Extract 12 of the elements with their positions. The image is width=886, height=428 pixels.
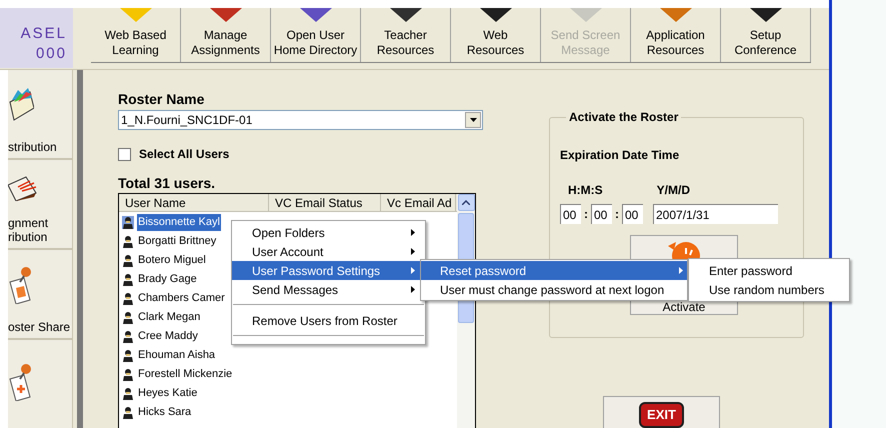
select-all-label: Select All Users — [139, 146, 230, 163]
expiration-label: Expiration Date Time — [560, 148, 680, 162]
total-users-label: Total 31 users. — [118, 175, 216, 191]
date-label: Y/M/D — [656, 183, 690, 197]
time-label: H:M:S — [568, 183, 603, 197]
activate-group-title: Activate the Roster — [568, 109, 680, 126]
colon-separator: : — [614, 206, 620, 223]
colon-separator: : — [583, 206, 589, 223]
logo-text: 000 — [36, 44, 67, 64]
logo-text: ASEL — [20, 24, 67, 44]
exit-sign-icon: EXIT — [639, 402, 684, 428]
roster-name-label: Roster Name — [118, 91, 206, 107]
